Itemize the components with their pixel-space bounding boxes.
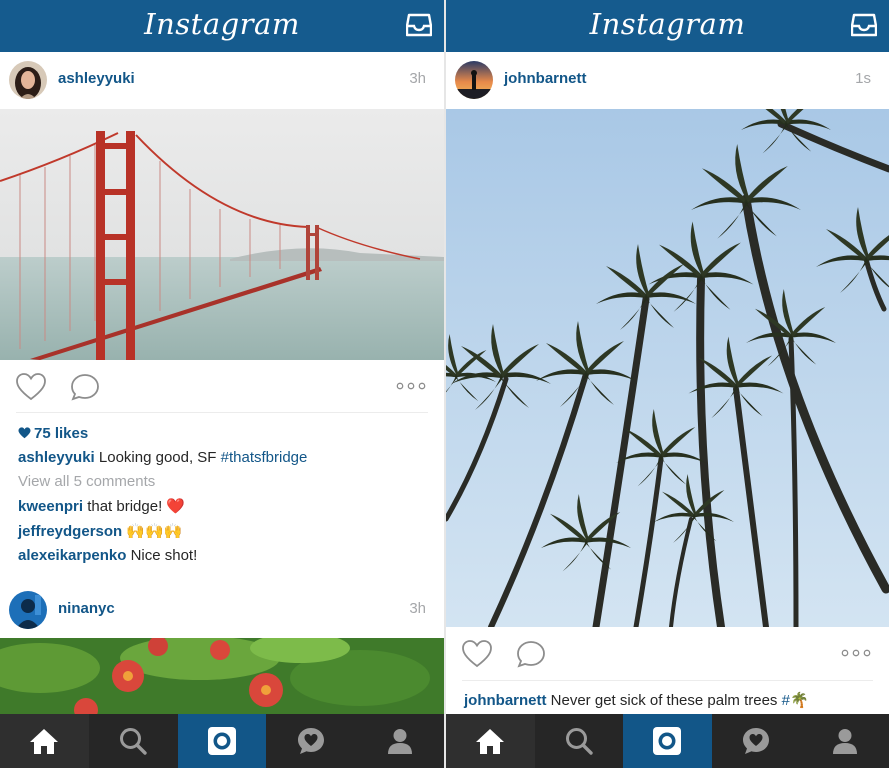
comment-text: that bridge! ❤️	[83, 498, 186, 515]
post-username[interactable]: johnbarnett	[504, 70, 587, 87]
post-timestamp: 1s	[855, 70, 871, 87]
post-action-bar	[0, 360, 444, 412]
post-caption: johnbarnett Never get sick of these palm…	[464, 691, 879, 709]
comment-item: kweenpri that bridge! ❤️	[18, 497, 434, 515]
comment-bubble-icon[interactable]	[69, 372, 101, 402]
like-heart-icon[interactable]	[461, 639, 493, 669]
caption-text: Looking good, SF	[94, 449, 221, 466]
activity-icon	[743, 728, 770, 754]
likes-text: 75 likes	[34, 425, 89, 442]
profile-icon	[832, 729, 857, 754]
comment-username[interactable]: kweenpri	[18, 498, 83, 515]
left-phone-screen: Instagram ashleyyuki 3h 75 likes ashleyy…	[0, 0, 444, 768]
post-timestamp: 3h	[409, 600, 426, 617]
post-header: johnbarnett 1s	[446, 52, 889, 108]
app-logo: Instagram	[144, 7, 300, 41]
more-options-icon[interactable]	[841, 647, 871, 659]
caption-username[interactable]: ashleyyuki	[18, 449, 95, 466]
avatar[interactable]	[9, 591, 47, 629]
caption-hashtag[interactable]: #thatsfbridge	[221, 449, 308, 466]
post-timestamp: 3h	[409, 70, 426, 87]
post-username[interactable]: ashleyyuki	[58, 70, 135, 87]
tab-activity[interactable]	[712, 714, 801, 768]
post-photo-flowers[interactable]	[0, 638, 444, 714]
view-all-comments-link[interactable]: View all 5 comments	[18, 473, 434, 490]
likes-heart-icon	[18, 427, 31, 439]
bottom-tab-bar	[446, 714, 889, 768]
avatar[interactable]	[455, 61, 493, 99]
post-header: ninanyc 3h	[0, 582, 444, 638]
comment-bubble-icon[interactable]	[515, 639, 547, 669]
post-username[interactable]: ninanyc	[58, 600, 115, 617]
comment-item: alexeikarpenko Nice shot!	[18, 547, 434, 564]
caption-text: Never get sick of these palm trees	[546, 692, 782, 709]
camera-icon	[653, 727, 682, 755]
post-photo-palm-trees[interactable]	[446, 109, 889, 627]
like-heart-icon[interactable]	[15, 372, 47, 402]
tab-search[interactable]	[89, 714, 178, 768]
search-icon	[120, 728, 147, 755]
search-icon	[565, 728, 593, 755]
comment-text: 🙌🙌🙌	[122, 523, 183, 540]
tab-home[interactable]	[446, 714, 535, 768]
tab-profile[interactable]	[355, 714, 444, 768]
top-nav-bar: Instagram	[446, 0, 889, 52]
comment-text: Nice shot!	[126, 547, 198, 564]
tab-profile[interactable]	[800, 714, 889, 768]
bottom-tab-bar	[0, 714, 444, 768]
divider	[16, 412, 428, 413]
profile-icon	[387, 729, 412, 754]
tab-home[interactable]	[0, 714, 89, 768]
post-action-bar	[446, 627, 889, 679]
tab-activity[interactable]	[266, 714, 355, 768]
post-caption: ashleyyuki Looking good, SF #thatsfbridg…	[18, 449, 434, 466]
inbox-icon[interactable]	[406, 13, 432, 37]
caption-username[interactable]: johnbarnett	[464, 692, 547, 709]
activity-icon	[297, 728, 324, 754]
comment-username[interactable]: alexeikarpenko	[18, 547, 126, 564]
comment-item: jeffreydgerson 🙌🙌🙌	[18, 522, 434, 540]
comment-username[interactable]: jeffreydgerson	[18, 523, 122, 540]
likes-count[interactable]: 75 likes	[18, 425, 434, 442]
inbox-icon[interactable]	[851, 13, 877, 37]
tab-camera[interactable]	[623, 714, 712, 768]
divider	[462, 680, 873, 681]
avatar[interactable]	[9, 61, 47, 99]
home-icon	[30, 729, 59, 754]
camera-icon	[207, 727, 236, 755]
more-options-icon[interactable]	[396, 380, 426, 392]
right-phone-screen: Instagram johnbarnett 1s johnbarnett Nev…	[446, 0, 889, 768]
caption-hashtag[interactable]: #🌴	[782, 692, 809, 709]
post-photo-bridge[interactable]	[0, 109, 444, 360]
tab-camera[interactable]	[177, 714, 267, 768]
tab-search[interactable]	[535, 714, 624, 768]
top-nav-bar: Instagram	[0, 0, 444, 52]
home-icon	[476, 729, 505, 754]
app-logo: Instagram	[589, 7, 746, 41]
post-header: ashleyyuki 3h	[0, 52, 444, 108]
